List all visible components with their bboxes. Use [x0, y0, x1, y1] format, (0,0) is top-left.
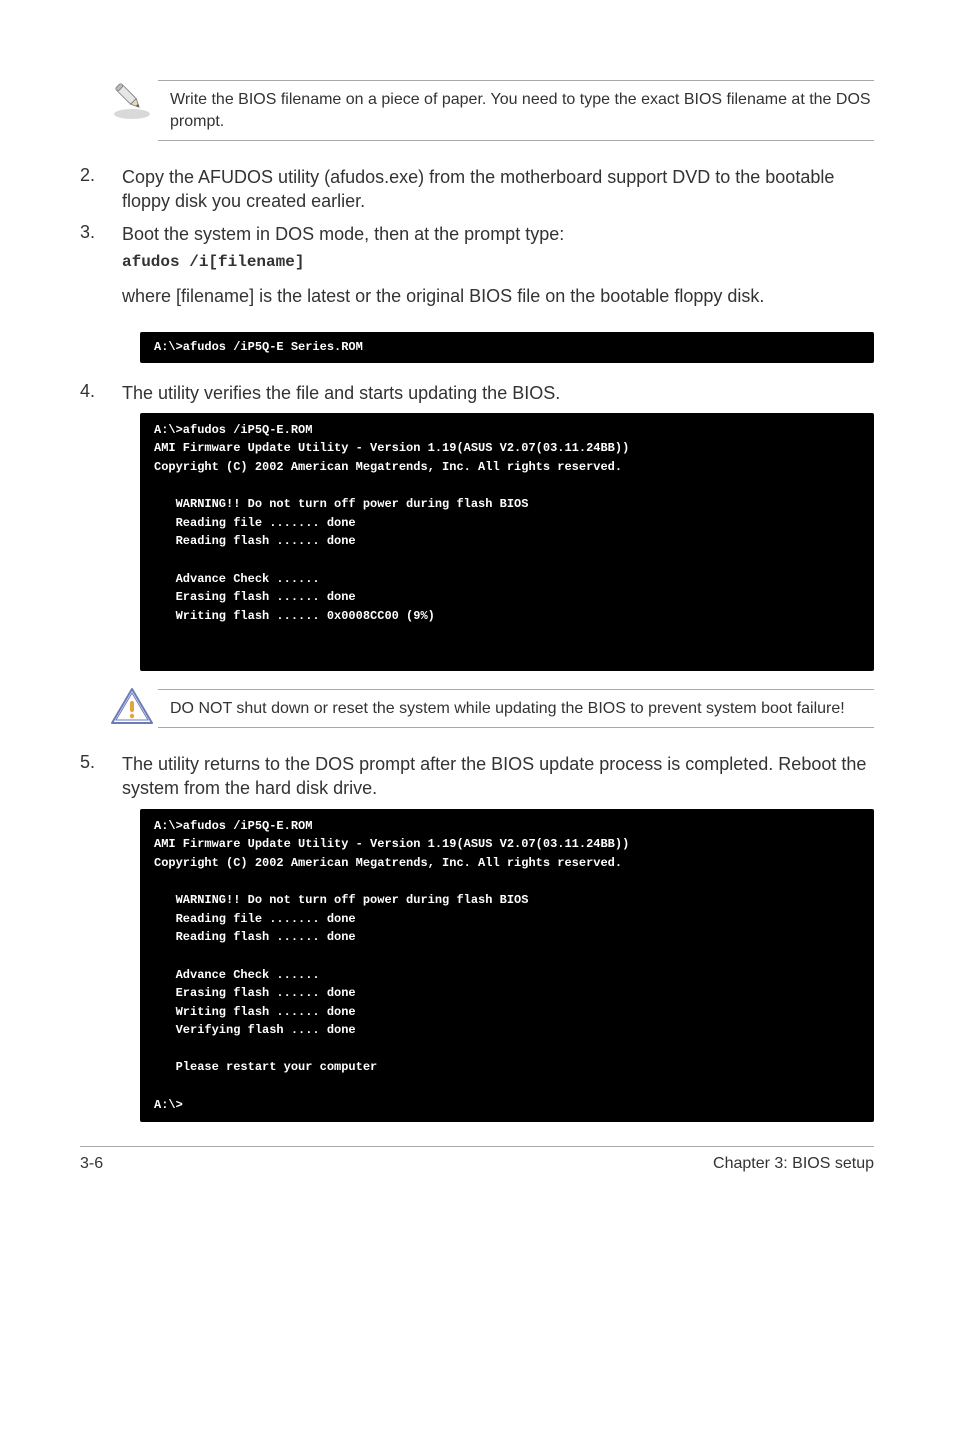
warning-text: DO NOT shut down or reset the system whi… — [158, 689, 874, 729]
step-5: 5. The utility returns to the DOS prompt… — [80, 752, 874, 801]
terminal-output-1: A:\>afudos /iP5Q-E Series.ROM — [140, 332, 874, 363]
note-block: Write the BIOS filename on a piece of pa… — [110, 80, 874, 141]
step-body: Boot the system in DOS mode, then at the… — [122, 222, 874, 324]
terminal-output-3: A:\>afudos /iP5Q-E.ROM AMI Firmware Upda… — [140, 809, 874, 1123]
step-text: Boot the system in DOS mode, then at the… — [122, 224, 564, 244]
warning-block: DO NOT shut down or reset the system whi… — [110, 689, 874, 729]
step-number: 2. — [80, 165, 122, 214]
step-body: Copy the AFUDOS utility (afudos.exe) fro… — [122, 165, 874, 214]
page-footer: 3-6 Chapter 3: BIOS setup — [80, 1146, 874, 1173]
pencil-icon — [110, 78, 158, 122]
step-number: 5. — [80, 752, 122, 801]
step-paragraph: where [filename] is the latest or the or… — [122, 284, 874, 308]
note-text: Write the BIOS filename on a piece of pa… — [158, 80, 874, 141]
step-4: 4. The utility verifies the file and sta… — [80, 381, 874, 405]
command-text: afudos /i[filename] — [122, 252, 874, 274]
step-body: The utility returns to the DOS prompt af… — [122, 752, 874, 801]
chapter-title: Chapter 3: BIOS setup — [713, 1155, 874, 1173]
step-3: 3. Boot the system in DOS mode, then at … — [80, 222, 874, 324]
terminal-output-2: A:\>afudos /iP5Q-E.ROM AMI Firmware Upda… — [140, 413, 874, 671]
step-body: The utility verifies the file and starts… — [122, 381, 874, 405]
step-number: 4. — [80, 381, 122, 405]
warning-icon — [110, 687, 158, 727]
step-2: 2. Copy the AFUDOS utility (afudos.exe) … — [80, 165, 874, 214]
page-number: 3-6 — [80, 1155, 103, 1173]
step-number: 3. — [80, 222, 122, 324]
